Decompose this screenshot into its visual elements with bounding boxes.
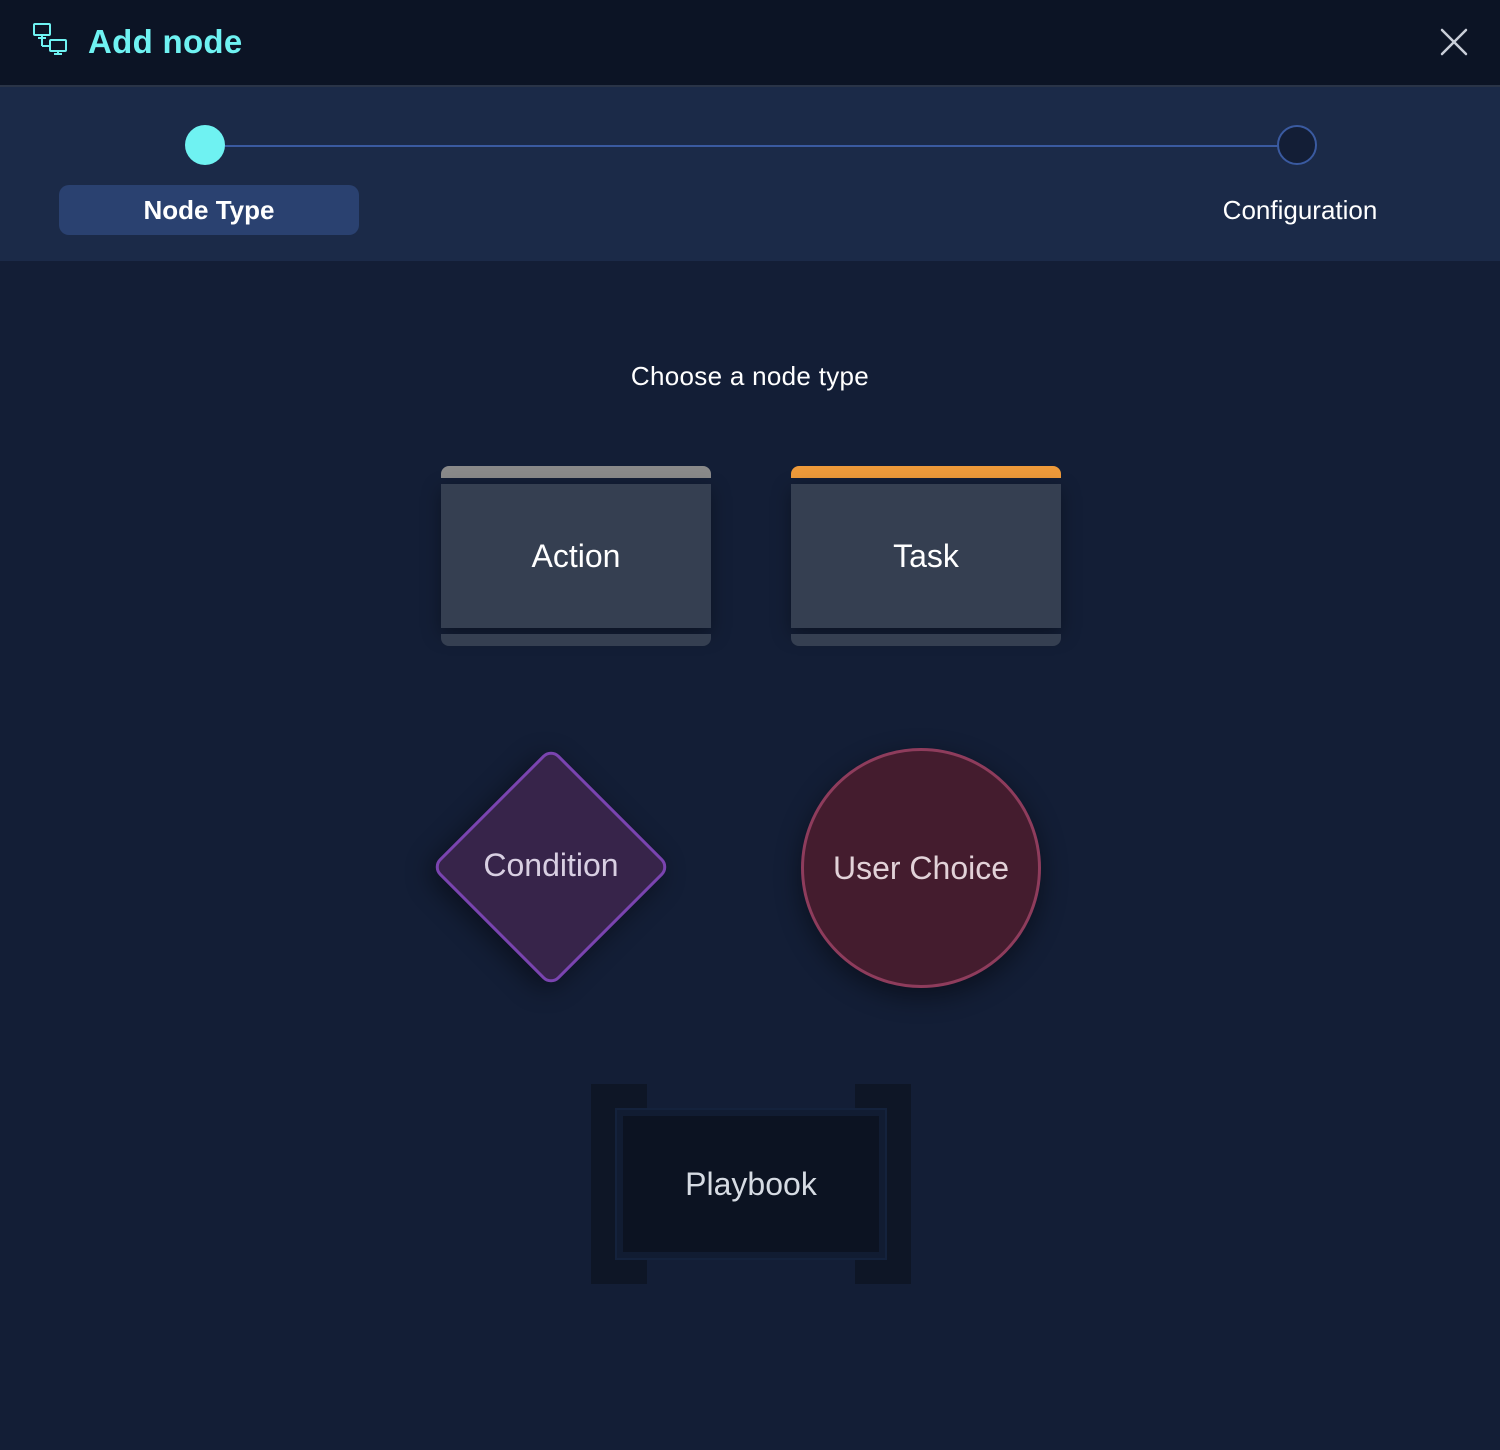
step-configuration[interactable]: Configuration <box>1200 185 1400 235</box>
action-bottom-bar <box>441 634 711 646</box>
node-type-user-choice[interactable]: User Choice <box>801 748 1041 988</box>
step-node-type[interactable]: Node Type <box>59 185 359 235</box>
step-indicator-configuration[interactable] <box>1277 125 1317 165</box>
node-type-action[interactable]: Action <box>441 466 711 646</box>
stepper-line <box>205 145 1297 147</box>
step-indicator-node-type[interactable] <box>185 125 225 165</box>
node-type-label: Condition <box>483 846 619 883</box>
node-type-label: Playbook <box>617 1110 885 1258</box>
task-accent-bar <box>791 466 1061 478</box>
choose-node-prompt: Choose a node type <box>630 361 870 391</box>
node-type-label: Action <box>441 484 711 628</box>
node-type-condition[interactable]: Condition <box>430 746 672 988</box>
node-type-playbook[interactable]: Playbook <box>591 1084 911 1284</box>
dialog-title: Add node <box>88 23 243 60</box>
node-type-label: Task <box>791 484 1061 628</box>
dialog-header: Add node <box>0 0 1500 87</box>
node-type-label: User Choice <box>832 849 1010 886</box>
action-accent-bar <box>441 466 711 478</box>
task-bottom-bar <box>791 634 1061 646</box>
stepper: Node Type Configuration <box>0 87 1500 261</box>
node-type-task[interactable]: Task <box>791 466 1061 646</box>
network-nodes-icon <box>33 23 67 55</box>
close-icon[interactable] <box>1432 20 1476 64</box>
